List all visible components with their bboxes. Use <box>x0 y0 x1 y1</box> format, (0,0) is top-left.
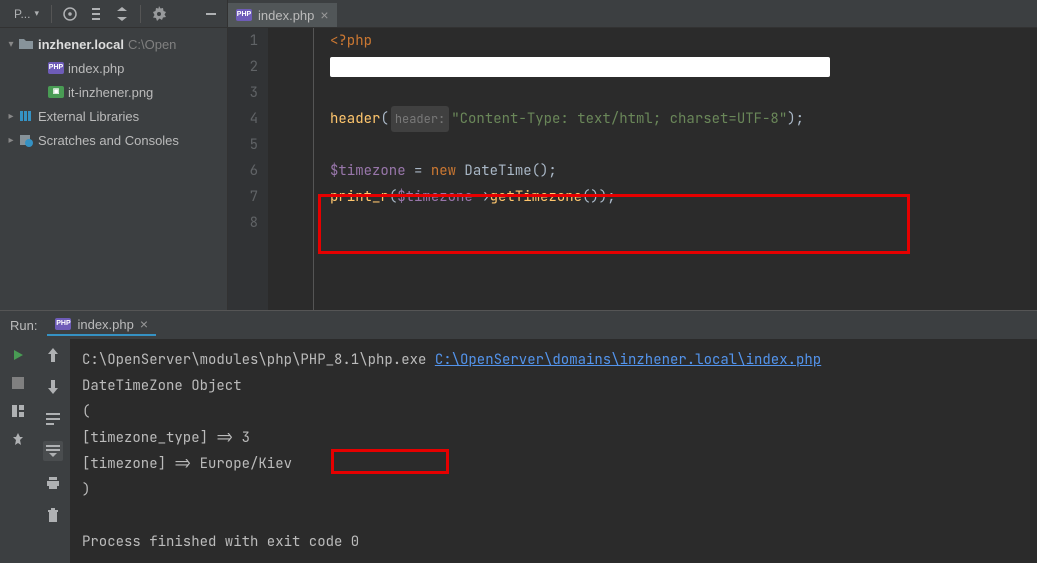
editor-tabbar: PHP index.php × <box>228 0 1037 28</box>
tree-file-php[interactable]: PHP index.php <box>0 56 227 80</box>
tree-root-name: inzhener.local <box>38 37 124 52</box>
folder-icon <box>18 36 34 52</box>
output-link[interactable]: C:\OpenServer\domains\inzhener.local\ind… <box>435 351 821 369</box>
collapse-all-icon[interactable] <box>110 2 134 26</box>
code-editor[interactable]: 12345678 <?php header(header:"Content-Ty… <box>228 28 1037 310</box>
close-icon[interactable]: × <box>140 316 148 332</box>
up-icon[interactable] <box>43 345 63 365</box>
tree-extlib-label: External Libraries <box>38 109 139 124</box>
tree-scratches[interactable]: Scratches and Consoles <box>0 128 227 152</box>
scroll-to-end-icon[interactable] <box>43 441 63 461</box>
chevron-right-icon <box>4 135 18 146</box>
project-dropdown[interactable]: P... ▾ <box>4 2 45 26</box>
close-icon[interactable]: × <box>320 7 328 23</box>
tree-scratch-label: Scratches and Consoles <box>38 133 179 148</box>
settings-icon[interactable] <box>147 2 171 26</box>
gutter: 12345678 <box>228 28 268 310</box>
redacted-line <box>330 57 830 77</box>
image-file-icon: ▣ <box>48 86 64 98</box>
run-tab-label: index.php <box>77 317 133 332</box>
php-file-icon: PHP <box>55 318 71 330</box>
tab-filename: index.php <box>258 8 314 23</box>
project-tree: inzhener.local C:\Open PHP index.php ▣ i… <box>0 28 227 156</box>
editor-tab[interactable]: PHP index.php × <box>228 1 337 27</box>
php-file-icon: PHP <box>236 9 252 21</box>
tree-external-libs[interactable]: External Libraries <box>0 104 227 128</box>
tree-root[interactable]: inzhener.local C:\Open <box>0 32 227 56</box>
trash-icon[interactable] <box>43 505 63 525</box>
run-output[interactable]: C:\OpenServer\modules\php\PHP_8.1\php.ex… <box>70 339 1037 563</box>
select-opened-file-icon[interactable] <box>58 2 82 26</box>
stop-icon[interactable] <box>8 373 28 393</box>
project-label: P... <box>14 7 30 21</box>
tree-root-path: C:\Open <box>128 37 176 52</box>
code-body[interactable]: <?php header(header:"Content-Type: text/… <box>268 28 1037 310</box>
down-icon[interactable] <box>43 377 63 397</box>
run-tab[interactable]: PHP index.php × <box>47 314 156 336</box>
run-toolbar-right <box>35 339 70 563</box>
soft-wrap-icon[interactable] <box>43 409 63 429</box>
library-icon <box>18 108 34 124</box>
print-icon[interactable] <box>43 473 63 493</box>
run-panel: Run: PHP index.php × C:\OpenServer\modul… <box>0 310 1037 563</box>
tree-file-label: index.php <box>68 61 124 76</box>
hide-icon[interactable] <box>199 2 223 26</box>
pin-icon[interactable] <box>8 429 28 449</box>
tree-file-png[interactable]: ▣ it-inzhener.png <box>0 80 227 104</box>
chevron-right-icon <box>4 111 18 122</box>
tree-file-label: it-inzhener.png <box>68 85 153 100</box>
layout-icon[interactable] <box>8 401 28 421</box>
run-icon[interactable] <box>8 345 28 365</box>
chevron-down-icon <box>4 39 18 50</box>
expand-all-icon[interactable] <box>84 2 108 26</box>
php-file-icon: PHP <box>48 62 64 74</box>
run-title: Run: <box>10 318 37 333</box>
run-toolbar-left <box>0 339 35 563</box>
sidebar-toolbar: P... ▾ <box>0 0 227 28</box>
scratch-icon <box>18 132 34 148</box>
